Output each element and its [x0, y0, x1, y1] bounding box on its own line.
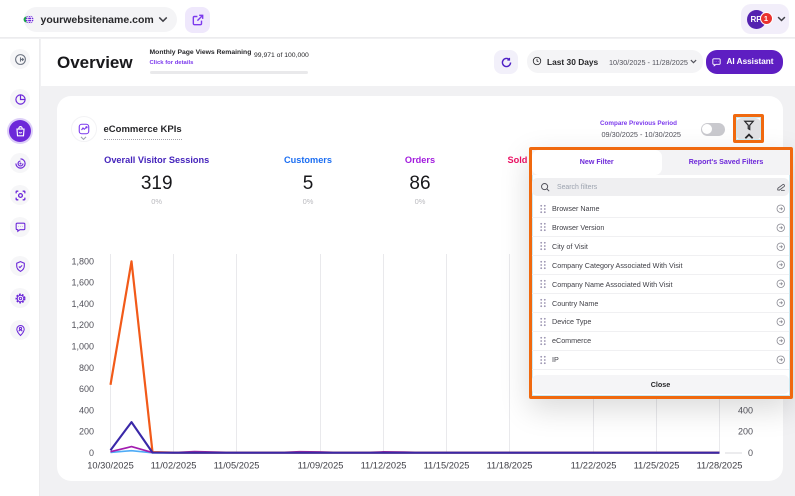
svg-text:400: 400	[79, 405, 94, 415]
svg-text:11/02/2025: 11/02/2025	[151, 461, 197, 471]
svg-text:200: 200	[79, 427, 94, 437]
svg-text:11/12/2025: 11/12/2025	[361, 461, 407, 471]
svg-text:800: 800	[79, 363, 94, 373]
svg-text:11/18/2025: 11/18/2025	[487, 461, 533, 471]
svg-text:11/28/2025: 11/28/2025	[697, 461, 743, 471]
svg-text:11/15/2025: 11/15/2025	[424, 461, 470, 471]
svg-text:11/22/2025: 11/22/2025	[571, 461, 617, 471]
svg-text:0: 0	[748, 448, 753, 458]
svg-text:11/05/2025: 11/05/2025	[214, 461, 260, 471]
svg-text:10/30/2025: 10/30/2025	[87, 461, 134, 471]
svg-text:1,000: 1,000	[71, 342, 94, 352]
svg-text:600: 600	[79, 384, 94, 394]
svg-text:11/09/2025: 11/09/2025	[298, 461, 344, 471]
svg-text:11/25/2025: 11/25/2025	[634, 461, 680, 471]
svg-text:200: 200	[738, 427, 753, 437]
svg-text:1,200: 1,200	[71, 320, 94, 330]
svg-text:1,400: 1,400	[71, 299, 94, 309]
svg-text:400: 400	[738, 405, 753, 415]
svg-text:1,800: 1,800	[71, 256, 94, 266]
svg-text:0: 0	[89, 448, 94, 458]
svg-text:1,600: 1,600	[71, 278, 94, 288]
